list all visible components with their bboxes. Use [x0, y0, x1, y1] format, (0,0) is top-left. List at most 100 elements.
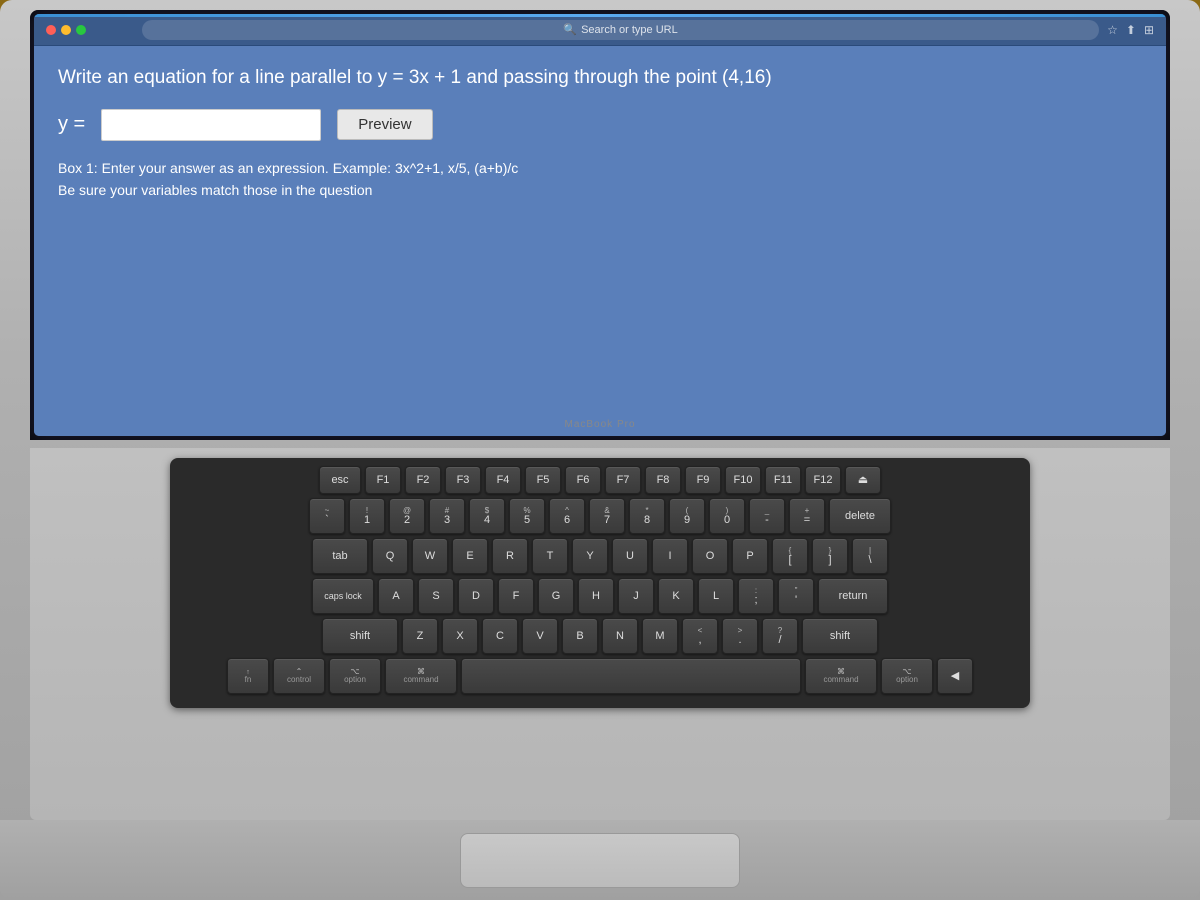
- key-space[interactable]: [461, 658, 801, 694]
- url-bar[interactable]: 🔍 Search or type URL: [142, 20, 1099, 40]
- maximize-window-dot[interactable]: [76, 25, 86, 35]
- key-shift-left[interactable]: shift: [322, 618, 398, 654]
- key-rbracket[interactable]: }]: [812, 538, 848, 574]
- screen: 🔍 Search or type URL ☆ ⬆ ⊞ Write an equa…: [34, 14, 1166, 436]
- bottom-key-row: ↑ fn ⌃ control ⌥ option ⌘ command ⌘: [180, 658, 1020, 694]
- key-c[interactable]: C: [482, 618, 518, 654]
- instructions-line1: Box 1: Enter your answer as an expressio…: [58, 157, 1142, 179]
- key-3[interactable]: #3: [429, 498, 465, 534]
- key-w[interactable]: W: [412, 538, 448, 574]
- key-f12[interactable]: F12: [805, 466, 841, 494]
- keyboard-area: esc F1 F2 F3 F4 F5 F6 F7 F8 F9 F10 F11 F…: [30, 448, 1170, 820]
- close-window-dot[interactable]: [46, 25, 56, 35]
- key-delete[interactable]: delete: [829, 498, 891, 534]
- answer-input[interactable]: [101, 109, 321, 141]
- key-7[interactable]: &7: [589, 498, 625, 534]
- key-esc[interactable]: esc: [319, 466, 361, 494]
- content-area: Write an equation for a line parallel to…: [34, 46, 1166, 436]
- trackpad[interactable]: [460, 833, 740, 888]
- key-o[interactable]: O: [692, 538, 728, 574]
- key-p[interactable]: P: [732, 538, 768, 574]
- key-semicolon[interactable]: :;: [738, 578, 774, 614]
- key-backslash[interactable]: |\: [852, 538, 888, 574]
- key-h[interactable]: H: [578, 578, 614, 614]
- key-9[interactable]: (9: [669, 498, 705, 534]
- key-f11[interactable]: F11: [765, 466, 801, 494]
- key-q[interactable]: Q: [372, 538, 408, 574]
- key-n[interactable]: N: [602, 618, 638, 654]
- key-return[interactable]: return: [818, 578, 888, 614]
- key-minus[interactable]: _-: [749, 498, 785, 534]
- key-f1[interactable]: F1: [365, 466, 401, 494]
- browser-bar: 🔍 Search or type URL ☆ ⬆ ⊞: [34, 14, 1166, 46]
- share-icon[interactable]: ⬆: [1126, 23, 1136, 37]
- key-l[interactable]: L: [698, 578, 734, 614]
- key-shift-right[interactable]: shift: [802, 618, 878, 654]
- key-comma[interactable]: <,: [682, 618, 718, 654]
- key-f[interactable]: F: [498, 578, 534, 614]
- number-key-row: ~` !1 @2 #3 $4 %5 ^6 &7 *8 (9 )0 _- += d…: [180, 498, 1020, 534]
- star-icon[interactable]: ☆: [1107, 23, 1118, 37]
- key-k[interactable]: K: [658, 578, 694, 614]
- key-period[interactable]: >.: [722, 618, 758, 654]
- key-b[interactable]: B: [562, 618, 598, 654]
- key-e[interactable]: E: [452, 538, 488, 574]
- qwerty-key-row: tab Q W E R T Y U I O P {[ }] |\: [180, 538, 1020, 574]
- y-equals-label: y =: [58, 113, 85, 136]
- key-5[interactable]: %5: [509, 498, 545, 534]
- key-g[interactable]: G: [538, 578, 574, 614]
- key-i[interactable]: I: [652, 538, 688, 574]
- key-f4[interactable]: F4: [485, 466, 521, 494]
- key-d[interactable]: D: [458, 578, 494, 614]
- key-tab[interactable]: tab: [312, 538, 368, 574]
- key-v[interactable]: V: [522, 618, 558, 654]
- key-u[interactable]: U: [612, 538, 648, 574]
- tabs-icon[interactable]: ⊞: [1144, 23, 1154, 37]
- fn-key-row: esc F1 F2 F3 F4 F5 F6 F7 F8 F9 F10 F11 F…: [180, 466, 1020, 494]
- question-text: Write an equation for a line parallel to…: [58, 66, 1142, 91]
- key-lbracket[interactable]: {[: [772, 538, 808, 574]
- key-4[interactable]: $4: [469, 498, 505, 534]
- key-f8[interactable]: F8: [645, 466, 681, 494]
- key-y[interactable]: Y: [572, 538, 608, 574]
- key-backtick[interactable]: ~`: [309, 498, 345, 534]
- key-fn[interactable]: ↑ fn: [227, 658, 269, 694]
- screen-bezel: 🔍 Search or type URL ☆ ⬆ ⊞ Write an equa…: [30, 10, 1170, 440]
- preview-button[interactable]: Preview: [337, 109, 432, 140]
- key-f6[interactable]: F6: [565, 466, 601, 494]
- minimize-window-dot[interactable]: [61, 25, 71, 35]
- key-x[interactable]: X: [442, 618, 478, 654]
- key-z[interactable]: Z: [402, 618, 438, 654]
- key-command-left[interactable]: ⌘ command: [385, 658, 457, 694]
- key-option-right[interactable]: ⌥ option: [881, 658, 933, 694]
- key-t[interactable]: T: [532, 538, 568, 574]
- key-6[interactable]: ^6: [549, 498, 585, 534]
- key-f10[interactable]: F10: [725, 466, 761, 494]
- search-icon: 🔍: [563, 23, 577, 36]
- key-slash[interactable]: ?/: [762, 618, 798, 654]
- key-arrow-left[interactable]: ◀: [937, 658, 973, 694]
- key-f3[interactable]: F3: [445, 466, 481, 494]
- key-j[interactable]: J: [618, 578, 654, 614]
- key-s[interactable]: S: [418, 578, 454, 614]
- key-power[interactable]: ⏏: [845, 466, 881, 494]
- key-control[interactable]: ⌃ control: [273, 658, 325, 694]
- key-equals[interactable]: +=: [789, 498, 825, 534]
- key-2[interactable]: @2: [389, 498, 425, 534]
- key-0[interactable]: )0: [709, 498, 745, 534]
- key-f9[interactable]: F9: [685, 466, 721, 494]
- key-m[interactable]: M: [642, 618, 678, 654]
- key-8[interactable]: *8: [629, 498, 665, 534]
- key-f7[interactable]: F7: [605, 466, 641, 494]
- key-quote[interactable]: "': [778, 578, 814, 614]
- key-f2[interactable]: F2: [405, 466, 441, 494]
- macbook-label: MacBook Pro: [564, 419, 635, 430]
- key-capslock[interactable]: caps lock: [312, 578, 374, 614]
- key-a[interactable]: A: [378, 578, 414, 614]
- key-r[interactable]: R: [492, 538, 528, 574]
- key-option-left[interactable]: ⌥ option: [329, 658, 381, 694]
- key-1[interactable]: !1: [349, 498, 385, 534]
- key-command-right[interactable]: ⌘ command: [805, 658, 877, 694]
- browser-icons: ☆ ⬆ ⊞: [1107, 23, 1154, 37]
- key-f5[interactable]: F5: [525, 466, 561, 494]
